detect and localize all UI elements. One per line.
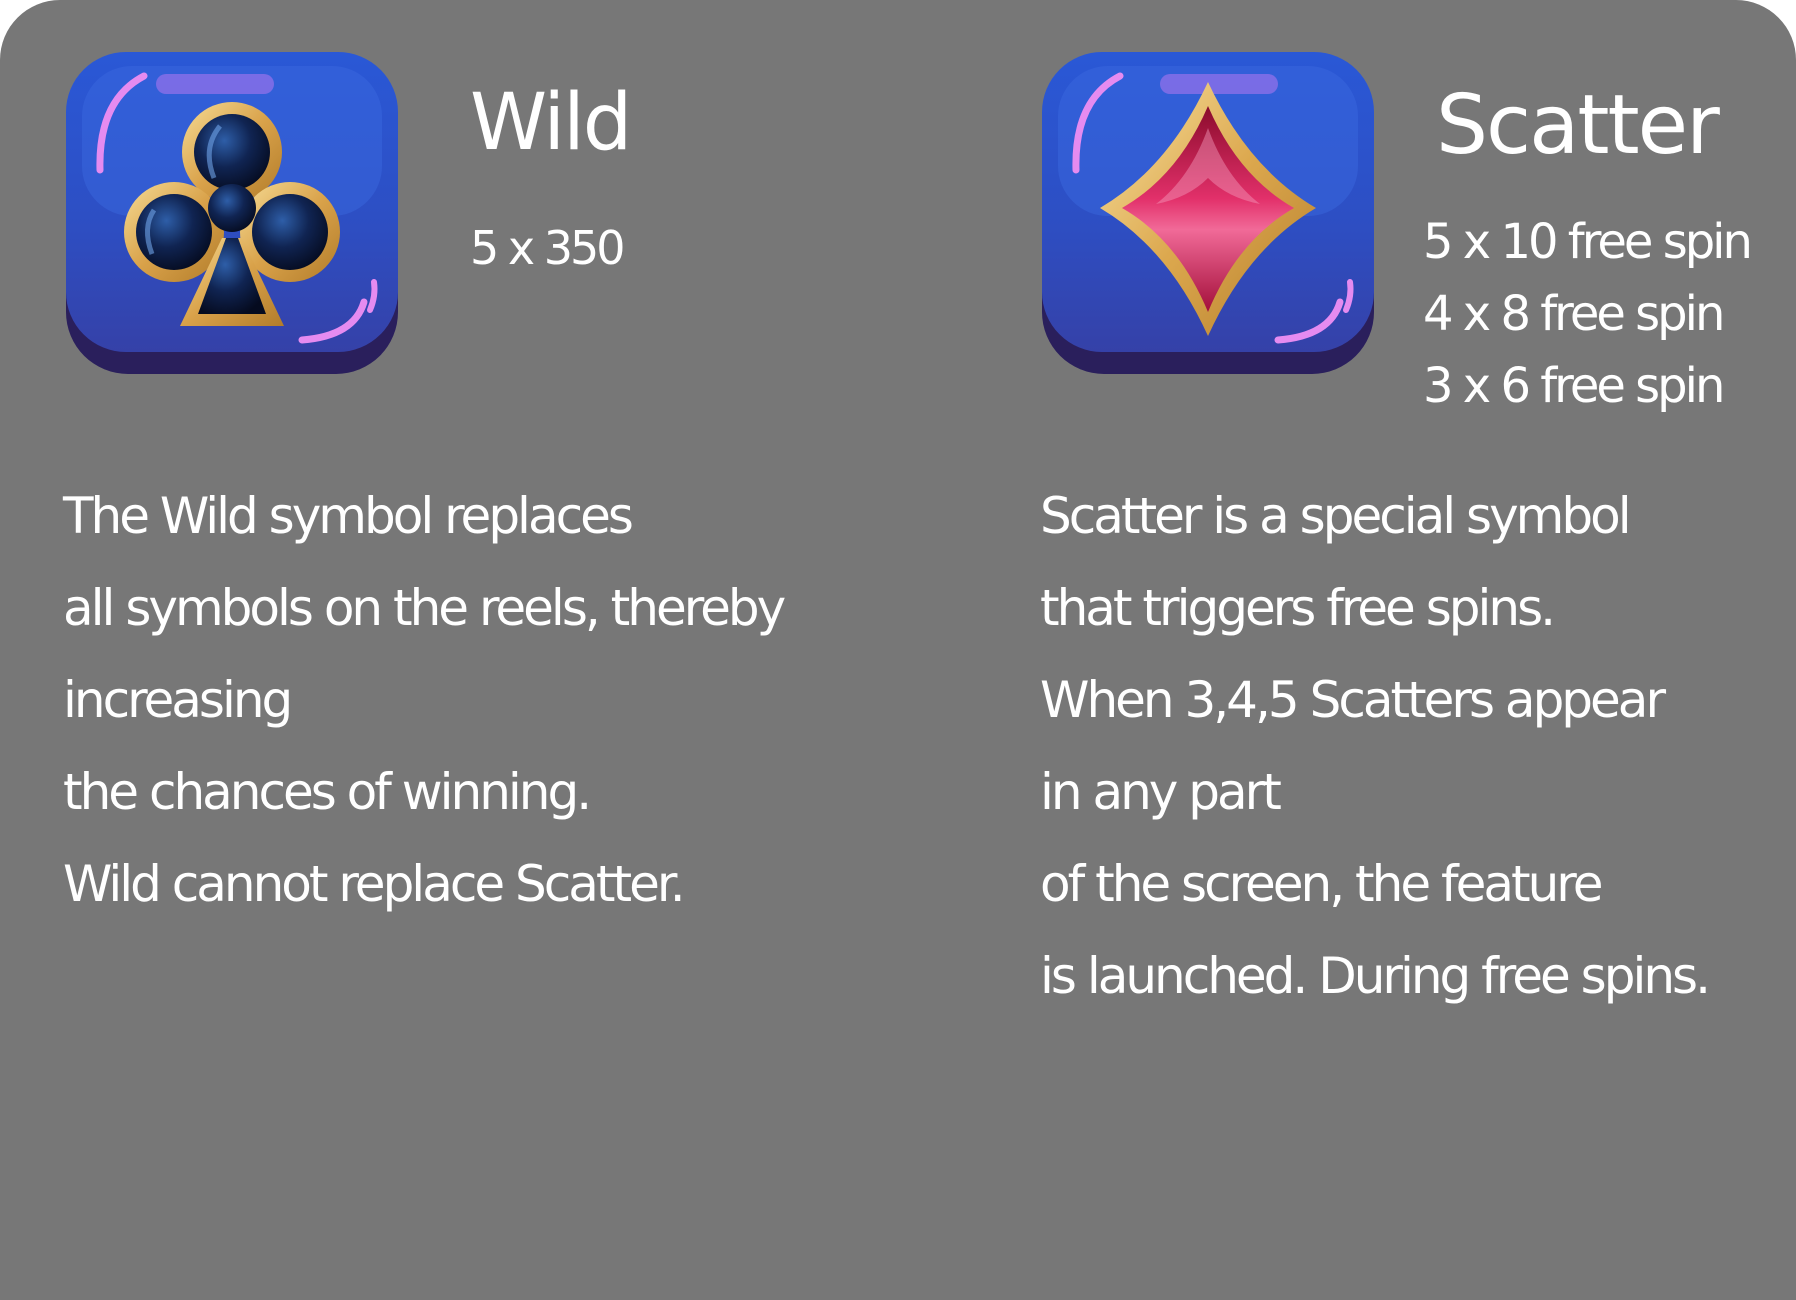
scatter-description: Scatter is a special symbol that trigger…	[1040, 470, 1711, 1022]
scatter-payout-list: 5 x 10 free spin 4 x 8 free spin 3 x 6 f…	[1423, 206, 1753, 422]
description-line: the chances of winning.	[63, 763, 592, 821]
description-line: Scatter is a special symbol	[1040, 487, 1632, 545]
payout-line: 5 x 10 free spin	[1423, 214, 1753, 270]
scatter-title: Scatter	[1436, 78, 1720, 173]
description-line: Wild cannot replace Scatter.	[63, 855, 686, 913]
description-line: The Wild symbol replaces	[63, 487, 634, 545]
description-line: is launched. During free spins.	[1040, 947, 1711, 1005]
wild-title: Wild	[470, 78, 632, 168]
description-line: that triggers free spins.	[1040, 579, 1556, 637]
payout-line: 5 x 350	[470, 221, 626, 275]
description-line: of the screen, the feature	[1040, 855, 1604, 913]
diamond-icon	[1042, 52, 1374, 374]
scatter-symbol-tile	[1040, 50, 1376, 376]
payout-line: 3 x 6 free spin	[1423, 358, 1725, 414]
wild-symbol-tile	[64, 50, 400, 376]
paytable-panel: Wild 5 x 350 The Wild symbol replaces al…	[0, 0, 1796, 1300]
club-icon	[66, 52, 398, 374]
description-line: all symbols on the reels, thereby	[63, 579, 786, 637]
payout-line: 4 x 8 free spin	[1423, 286, 1725, 342]
wild-section: Wild 5 x 350 The Wild symbol replaces al…	[0, 0, 975, 1300]
wild-description: The Wild symbol replaces all symbols on …	[63, 470, 786, 930]
wild-payout-list: 5 x 350	[470, 218, 626, 278]
scatter-section: Scatter 5 x 10 free spin 4 x 8 free spin…	[975, 0, 1796, 1300]
description-line: When 3,4,5 Scatters appear	[1040, 671, 1666, 729]
description-line: in any part	[1040, 763, 1282, 821]
description-line: increasing	[63, 671, 293, 729]
